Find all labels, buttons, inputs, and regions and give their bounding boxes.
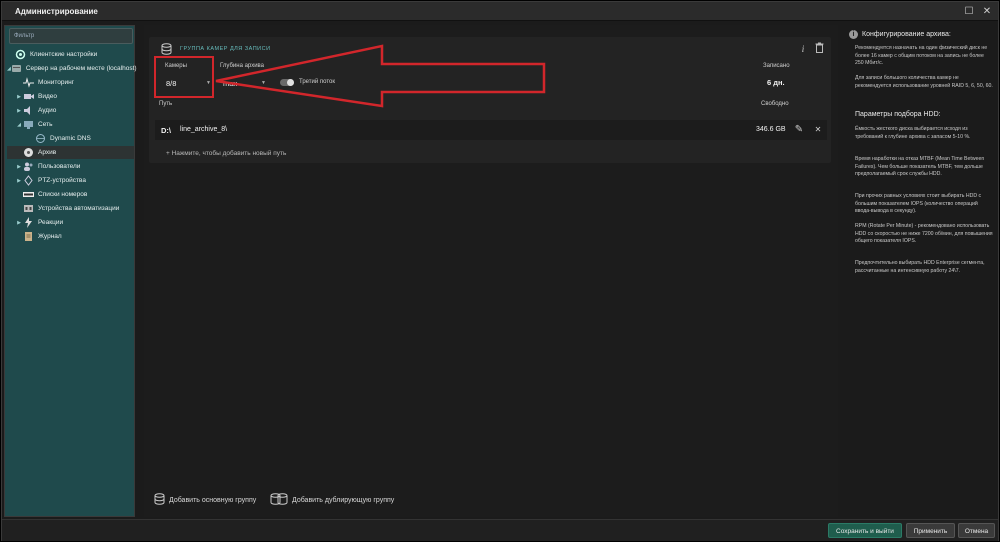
chevron-right-icon[interactable]: ▶ (15, 164, 23, 170)
ptz-icon (23, 175, 34, 186)
sidebar-item-monitoring[interactable]: Мониторинг (15, 76, 134, 89)
database-icon (154, 493, 165, 507)
database-double-icon (270, 493, 288, 507)
info-paragraph: RPM (Rotate Per Minute) - рекомендовано … (855, 223, 993, 245)
chevron-down-icon[interactable]: ◢ (15, 122, 23, 128)
sidebar-item-client-settings[interactable]: Клиентские настройки (7, 48, 134, 61)
path-row[interactable]: D:\ line_archive_8\ 346.6 GB ✎ ✕ (155, 120, 827, 140)
chevron-right-icon[interactable]: ▶ (15, 94, 23, 100)
number-lists-icon (23, 189, 34, 200)
path-label: Путь (159, 101, 173, 107)
save-and-exit-button[interactable]: Сохранить и выйти (828, 523, 902, 538)
close-icon[interactable]: ✕ (811, 123, 825, 137)
sidebar-item-video[interactable]: ▶ Видео (15, 90, 134, 103)
chevron-right-icon[interactable]: ▶ (15, 178, 23, 184)
database-icon (161, 43, 172, 57)
sidebar: Фильтр Клиентские настройки ◢ Сервер на … (4, 25, 137, 517)
network-icon (23, 119, 34, 130)
recorded-value: 6 дн. (767, 78, 785, 87)
users-icon (23, 161, 34, 172)
free-space-value: 346.6 GB (756, 126, 786, 133)
sidebar-item-archive[interactable]: Архив (7, 146, 134, 159)
info-paragraph: При прочих равных условиях стоит выбират… (855, 193, 982, 215)
reactions-icon (23, 217, 34, 228)
automation-icon (23, 203, 34, 214)
sidebar-item-dynamic-dns[interactable]: Dynamic DNS (27, 132, 134, 145)
sidebar-item-ptz[interactable]: ▶ PTZ-устройства (15, 174, 134, 187)
client-settings-icon (15, 49, 26, 60)
info-paragraph: Время наработки на отказ MTBF (Mean Time… (855, 156, 985, 178)
annotation-arrow (215, 44, 546, 108)
sidebar-item-server[interactable]: ◢ Сервер на рабочем месте (localhost) (7, 62, 137, 75)
info-paragraph: Рекомендуется назначать на один физическ… (855, 45, 988, 67)
sidebar-item-number-lists[interactable]: Списки номеров (15, 188, 134, 201)
admin-window: Администрирование ☐ ✕ Фильтр Клиентские … (1, 1, 999, 541)
add-main-group-button[interactable]: Добавить основную группу (154, 493, 256, 507)
cancel-button[interactable]: Отмена (958, 523, 995, 538)
close-icon[interactable]: ✕ (980, 5, 994, 19)
info-icon: i (849, 30, 858, 39)
info-paragraph: Предпочтительно выбирать HDD Enterprise … (855, 260, 985, 274)
sidebar-item-audio[interactable]: ▶ Аудио (15, 104, 134, 117)
sidebar-item-network[interactable]: ◢ Сеть (15, 118, 134, 131)
audio-icon (23, 105, 34, 116)
chevron-right-icon[interactable]: ▶ (15, 220, 23, 226)
info-paragraph: Ёмкость жесткого диска выбирается исходя… (855, 126, 971, 140)
archive-icon (23, 147, 34, 158)
drive-letter: D:\ (161, 126, 171, 135)
info-icon[interactable]: i (796, 42, 810, 56)
server-icon (11, 63, 22, 74)
dns-icon (35, 133, 46, 144)
info-subtitle: Параметры подбора HDD: (855, 111, 941, 118)
add-path-link[interactable]: + Нажмите, чтобы добавить новый путь (166, 150, 286, 157)
add-duplicate-group-button[interactable]: Добавить дублирующую группу (270, 493, 394, 507)
footer-bar: Сохранить и выйти Применить Отмена (2, 519, 998, 541)
recorded-label: Записано (763, 63, 790, 69)
title-bar: Администрирование ☐ ✕ (2, 2, 998, 21)
sidebar-item-users[interactable]: ▶ Пользователи (15, 160, 134, 173)
maximize-icon[interactable]: ☐ (962, 5, 976, 19)
info-title: Конфигурирование архива: (862, 31, 951, 38)
info-panel: i Конфигурирование архива: Рекомендуется… (845, 25, 998, 495)
filter-input[interactable]: Фильтр (9, 28, 133, 44)
free-label: Свободно (761, 101, 789, 107)
sidebar-item-automation[interactable]: Устройства автоматизации (15, 202, 134, 215)
monitoring-icon (23, 77, 34, 88)
info-paragraph: Для записи большого количества камер не … (855, 75, 993, 89)
edit-icon[interactable]: ✎ (792, 123, 806, 137)
trash-icon[interactable] (812, 42, 826, 56)
chevron-right-icon[interactable]: ▶ (15, 108, 23, 114)
window-title: Администрирование (15, 7, 98, 16)
apply-button[interactable]: Применить (906, 523, 955, 538)
path-value[interactable]: line_archive_8\ (180, 126, 227, 133)
video-icon (23, 91, 34, 102)
sidebar-item-reactions[interactable]: ▶ Реакции (15, 216, 134, 229)
journal-icon (23, 231, 34, 242)
sidebar-item-journal[interactable]: Журнал (15, 230, 134, 243)
